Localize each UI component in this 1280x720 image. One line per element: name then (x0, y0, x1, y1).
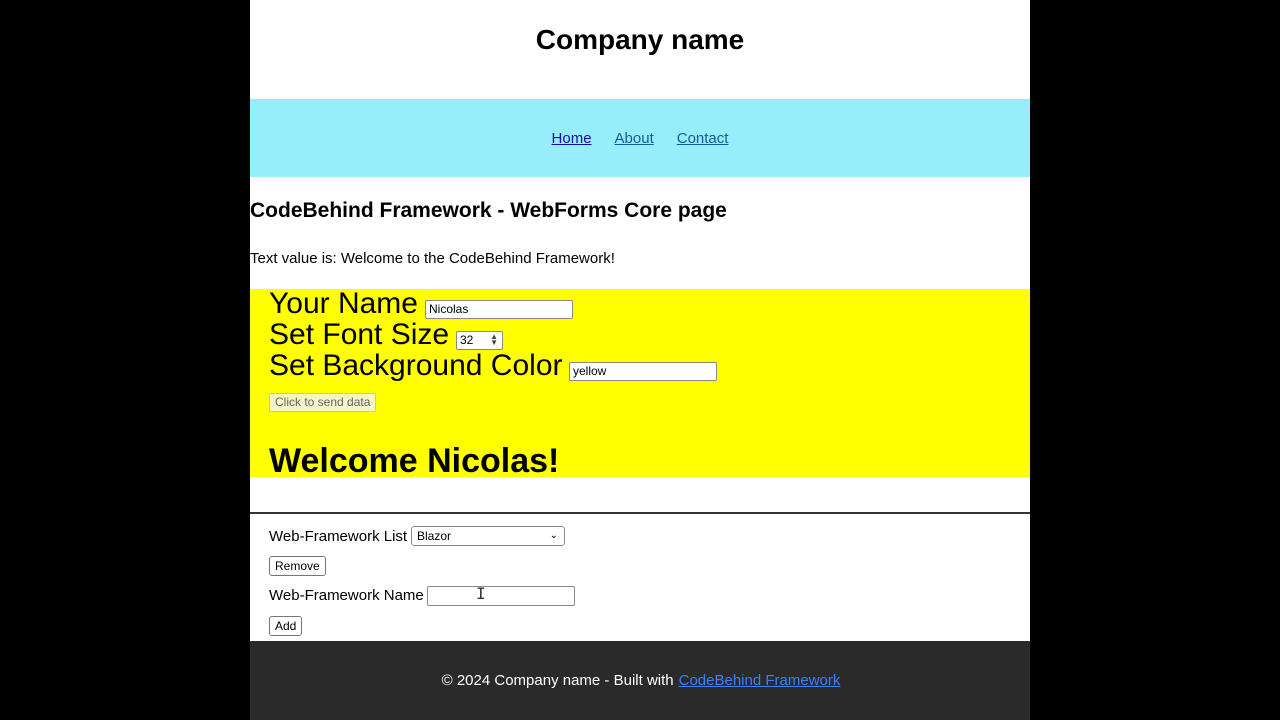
text-cursor-icon: I (476, 584, 486, 603)
font-size-value: 32 (460, 333, 474, 347)
send-data-button[interactable]: Click to send data (269, 393, 377, 412)
nav-link-home[interactable]: Home (552, 130, 592, 147)
nav-link-contact[interactable]: Contact (677, 130, 729, 147)
page: Company name Home About Contact CodeBehi… (250, 0, 1030, 720)
add-button[interactable]: Add (269, 616, 303, 636)
framework-selected-value: Blazor (417, 529, 452, 543)
settings-form: Your Name Nicolas Set Font Size 32 ▲ ▼ Se… (250, 287, 1030, 480)
font-size-label: Set Font Size (269, 318, 450, 351)
name-input[interactable]: Nicolas (425, 300, 573, 319)
font-size-input[interactable]: 32 ▲ ▼ (456, 331, 503, 350)
bg-color-input[interactable]: yellow (569, 362, 717, 381)
framework-list-label: Web-Framework List (269, 528, 408, 545)
chevron-down-icon: ⌄ (549, 530, 558, 541)
site-header: Company name (250, 0, 1030, 99)
welcome-heading: Welcome Nicolas! (269, 442, 560, 480)
framework-select[interactable]: Blazor ⌄ (411, 526, 565, 546)
framework-name-label: Web-Framework Name (269, 587, 424, 604)
main-nav: Home About Contact (250, 99, 1030, 177)
bg-color-label: Set Background Color (269, 349, 563, 382)
text-value-message: Text value is: Welcome to the CodeBehind… (250, 250, 615, 267)
footer-link[interactable]: CodeBehind Framework (679, 672, 841, 689)
framework-name-input[interactable] (427, 586, 575, 606)
footer-text: © 2024 Company name - Built with (441, 672, 674, 689)
section-divider (250, 512, 1030, 514)
company-title: Company name (535, 23, 745, 55)
site-footer: © 2024 Company name - Built with CodeBeh… (250, 641, 1030, 720)
name-label: Your Name (269, 287, 418, 320)
nav-link-about[interactable]: About (615, 130, 654, 147)
page-title: CodeBehind Framework - WebForms Core pag… (250, 199, 727, 222)
remove-button[interactable]: Remove (269, 556, 326, 576)
spinner-icon[interactable]: ▲ ▼ (490, 333, 498, 347)
